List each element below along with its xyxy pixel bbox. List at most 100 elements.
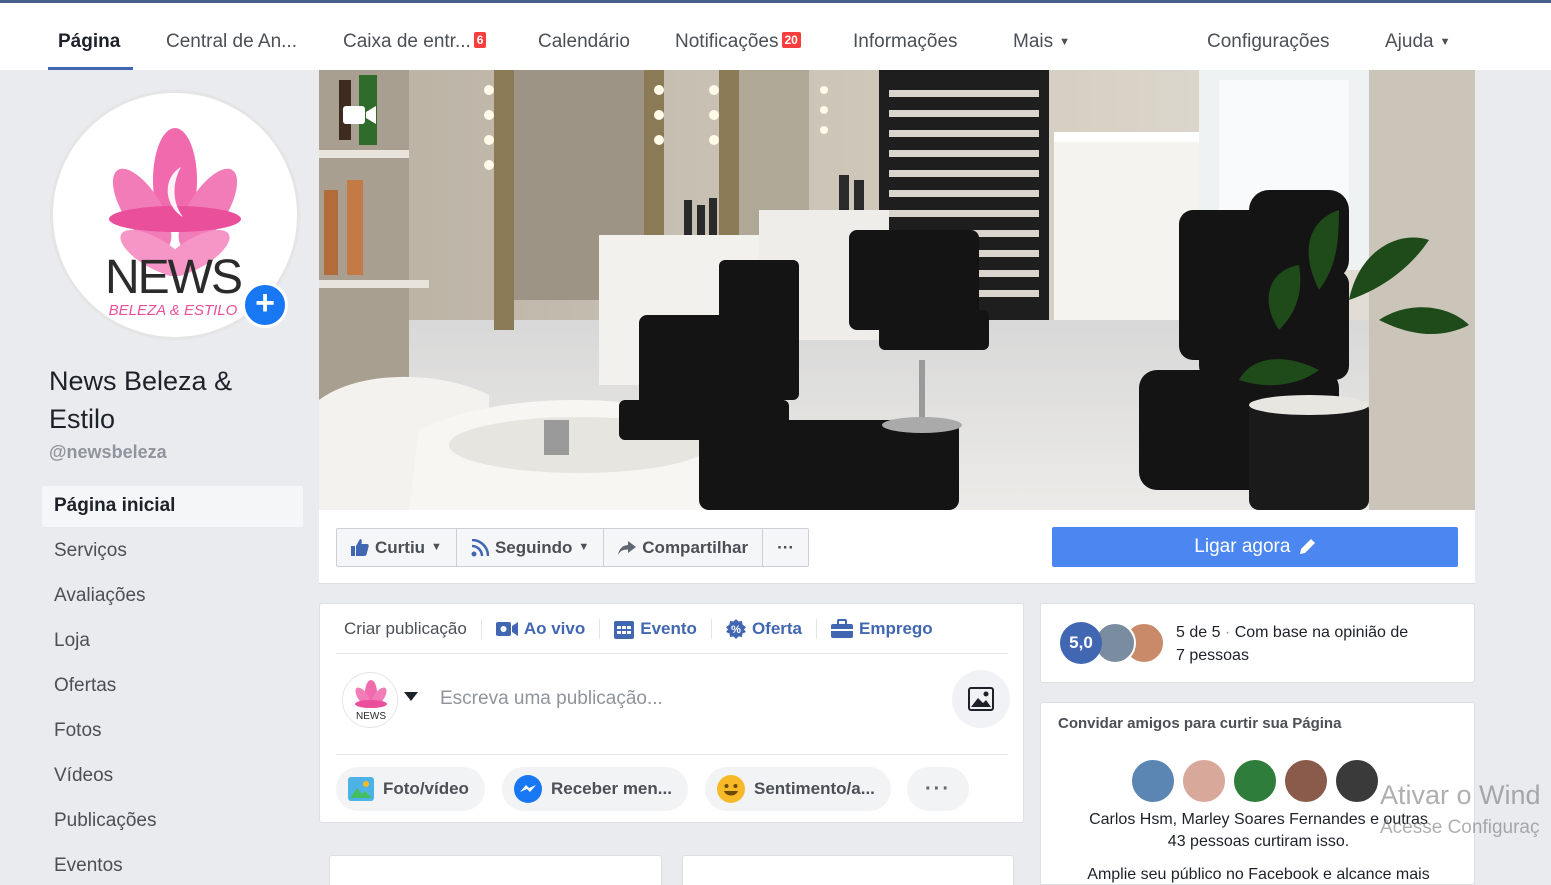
pill-label: ··· [925,777,951,800]
caret-down-icon: ▼ [1059,36,1071,48]
tab-label: Configurações [1207,31,1330,52]
tab-central-de-anuncios[interactable]: Central de An... [166,31,297,53]
caret-down-icon: ▼ [578,541,590,553]
composer-tabs: Criar publicação Ao vivo Evento % Oferta… [336,604,1008,654]
tab-label: Emprego [859,618,933,638]
svg-text:NEWS: NEWS [105,251,241,304]
pill-label: Sentimento/a... [754,779,875,798]
photo-video-icon [348,777,374,801]
sidebar-item-publicacoes[interactable]: Publicações [42,801,303,846]
friend-avatar[interactable] [1181,758,1227,804]
inbox-count-badge: 6 [473,32,487,48]
friend-avatar[interactable] [1283,758,1329,804]
salon-interior-image [319,70,1475,510]
rating-basis-text: Com base na opinião de [1234,624,1409,641]
sidebar-item-servicos[interactable]: Serviços [42,531,303,576]
share-label: Compartilhar [642,538,749,557]
feed-card [329,855,662,885]
tab-evento[interactable]: Evento [600,618,712,639]
calendar-icon [614,620,635,639]
pill-label: Receber men... [551,779,672,798]
caret-down-icon[interactable] [404,692,418,701]
invite-promo-text: Amplie seu público no Facebook e alcance… [1087,866,1430,883]
svg-text:BELEZA & ESTILO: BELEZA & ESTILO [109,302,238,319]
friend-avatar[interactable] [1232,758,1278,804]
friend-avatar[interactable] [1334,758,1380,804]
rating-score-badge: 5,0 [1060,622,1102,664]
page-action-bar: Curtiu ▼ Seguindo ▼ Compartilhar ··· Ligar… [319,510,1475,584]
rating-separator: · [1220,624,1235,641]
page-username[interactable]: @newsbeleza [49,442,167,463]
sidebar-item-eventos[interactable]: Eventos [42,846,303,885]
tab-notificacoes[interactable]: Notificações 20 [675,31,801,53]
follow-label: Seguindo [494,538,573,557]
tab-label: Central de An... [166,31,297,52]
composer-more-button[interactable]: ··· [907,767,969,811]
follow-button[interactable]: Seguindo ▼ [457,529,605,566]
rating-card[interactable]: 5,0 5 de 5 · Com base na opinião de 7 pe… [1040,603,1475,683]
sidebar-item-ofertas[interactable]: Ofertas [42,666,303,711]
pill-label: Foto/vídeo [383,779,469,798]
tab-label: Ao vivo [523,618,586,638]
tab-mais[interactable]: Mais ▼ [1013,31,1070,53]
friend-avatar[interactable] [1130,758,1176,804]
share-button[interactable]: Compartilhar [604,529,764,566]
composer-page-avatar[interactable]: NEWS [342,672,398,728]
offer-percent-icon: % [725,618,746,639]
rating-value-text: 5 de 5 [1176,624,1221,641]
sidebar-item-videos[interactable]: Vídeos [42,756,303,801]
like-button[interactable]: Curtiu ▼ [337,529,457,566]
video-camera-icon [343,104,377,126]
feed-card [682,855,1014,885]
tab-label: Oferta [751,618,803,638]
activation-watermark-sub: Acesse Configuraç [1380,817,1540,838]
tab-configuracoes[interactable]: Configurações [1207,31,1330,53]
rating-count-text: 7 pessoas [1176,647,1249,664]
post-input[interactable]: Escreva uma publicação... [440,688,663,710]
call-now-button[interactable]: Ligar agora [1052,527,1458,567]
tab-ajuda[interactable]: Ajuda ▼ [1385,31,1451,53]
svg-text:NEWS: NEWS [356,711,386,722]
like-label: Curtiu [375,538,426,557]
sidebar-item-fotos[interactable]: Fotos [42,711,303,756]
notifications-count-badge: 20 [781,32,801,48]
activation-watermark: Ativar o Wind [1380,780,1541,810]
more-label: ··· [777,538,795,557]
sidebar-item-avaliacoes[interactable]: Avaliações [42,576,303,621]
pencil-edit-icon [1299,539,1315,554]
tab-pagina[interactable]: Página [58,31,120,53]
cover-photo[interactable] [319,70,1475,510]
share-arrow-icon [618,540,637,555]
add-profile-picture-button[interactable]: + [242,282,288,328]
tab-emprego[interactable]: Emprego [817,618,947,639]
call-now-label: Ligar agora [1194,536,1291,557]
photo-video-button[interactable]: Foto/vídeo [336,767,485,811]
tab-label: Ajuda [1385,31,1434,52]
sidebar-item-pagina-inicial[interactable]: Página inicial [42,486,303,527]
tab-oferta[interactable]: % Oferta [712,618,818,639]
svg-text:%: % [731,624,741,636]
tab-informacoes[interactable]: Informações [853,31,958,53]
tab-calendario[interactable]: Calendário [538,31,630,53]
thumbs-up-icon [351,539,369,556]
tab-label: Caixa de entr... [343,31,471,52]
sidebar-item-loja[interactable]: Loja [42,621,303,666]
live-video-icon [495,621,518,636]
lotus-logo-icon: NEWS [355,680,387,722]
more-options-button[interactable]: ··· [763,529,808,566]
tab-label: Calendário [538,31,630,52]
add-photo-button[interactable] [952,670,1010,728]
caret-down-icon: ▼ [1439,36,1451,48]
messenger-icon [514,775,542,803]
tab-ao-vivo[interactable]: Ao vivo [482,618,601,639]
caret-down-icon: ▼ [431,541,442,553]
tab-label: Informações [853,31,958,52]
post-composer: Criar publicação Ao vivo Evento % Oferta… [319,603,1024,823]
receive-messages-button[interactable]: Receber men... [502,767,688,811]
tab-caixa-de-entrada[interactable]: Caixa de entr... 6 [343,31,487,53]
tab-criar-publicacao[interactable]: Criar publicação [336,618,482,639]
tab-label: Criar publicação [344,618,467,638]
sidebar-nav: Página inicial Serviços Avaliações Loja … [42,486,303,885]
briefcase-icon [831,618,854,638]
feeling-activity-button[interactable]: Sentimento/a... [705,767,891,811]
